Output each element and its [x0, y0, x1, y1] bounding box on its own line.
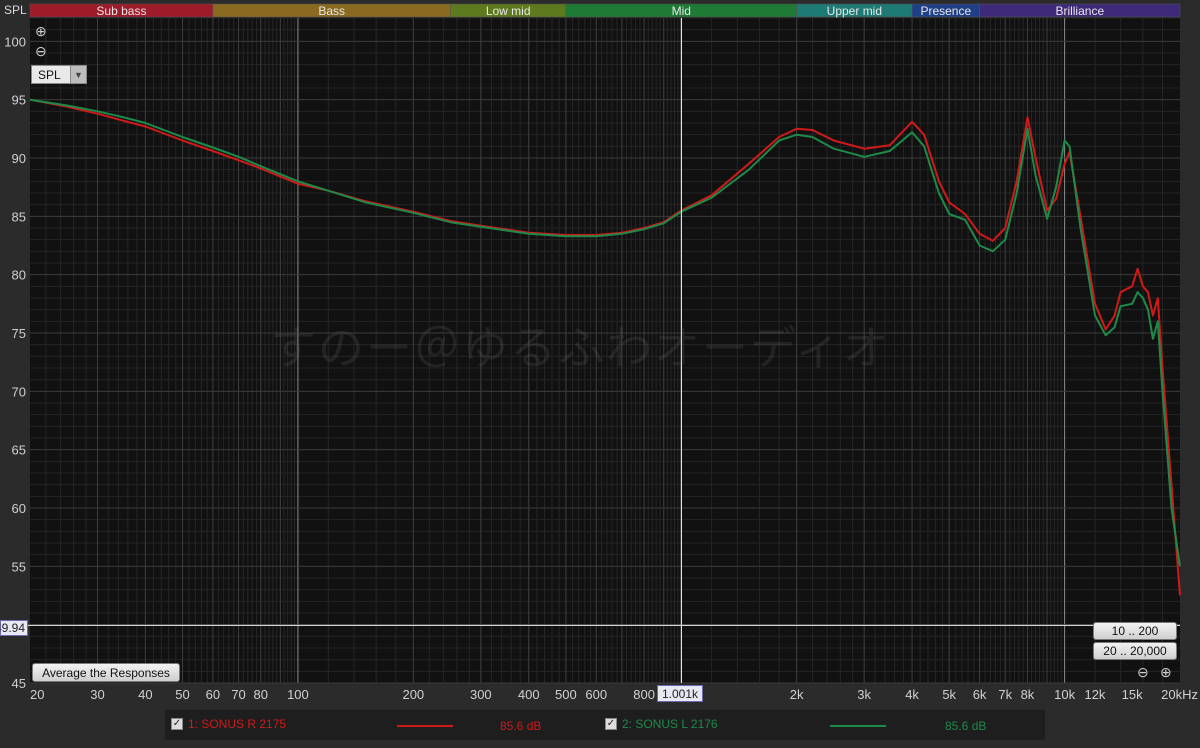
band-label: Low mid: [486, 4, 531, 18]
y-tick-label: 45: [12, 676, 26, 691]
x-tick-label: 7k: [998, 687, 1012, 702]
band-label: Presence: [920, 4, 971, 18]
range-10-200-button[interactable]: 10 .. 200: [1093, 622, 1177, 640]
x-tick-label: 2k: [790, 687, 804, 702]
band-label: Mid: [672, 4, 691, 18]
checkbox[interactable]: ✓: [171, 718, 183, 730]
y-tick-label: 75: [12, 326, 26, 341]
x-tick-label: 600: [585, 687, 607, 702]
x-tick-label: 8k: [1021, 687, 1035, 702]
band-label: Sub bass: [96, 4, 146, 18]
band-label: Upper mid: [827, 4, 882, 18]
legend-item-series-2[interactable]: ✓ 2: SONUS L 2176: [605, 717, 718, 731]
series-2-level: 85.6 dB: [945, 719, 987, 733]
x-tick-label: 100: [287, 687, 309, 702]
legend-item-series-1[interactable]: ✓ 1: SONUS R 2175: [171, 717, 286, 731]
series-1-name: 1: SONUS R 2175: [188, 717, 287, 731]
x-tick-label: 800: [633, 687, 655, 702]
x-tick-label: 80: [254, 687, 268, 702]
x-tick-label: 10k: [1054, 687, 1075, 702]
cursor-y-readout: 49.94: [0, 620, 28, 636]
chevron-down-icon: ▼: [70, 66, 86, 83]
series-1-swatch: [397, 725, 453, 727]
y-tick-label: 65: [12, 443, 26, 458]
cursor-x-readout: 1.001k: [657, 685, 703, 702]
x-tick-label: 5k: [942, 687, 956, 702]
x-tick-label: 20: [30, 687, 44, 702]
y-tick-label: 60: [12, 501, 26, 516]
x-tick-label: 15k: [1122, 687, 1143, 702]
range-20-20000-button[interactable]: 20 .. 20,000: [1093, 642, 1177, 660]
band-label: Bass: [318, 4, 345, 18]
zoom-in-icon[interactable]: ⊕: [35, 24, 47, 38]
y-tick-label: 100: [4, 34, 26, 49]
zoom-out-icon[interactable]: ⊖: [1137, 665, 1149, 679]
x-tick-label: 3k: [857, 687, 871, 702]
x-tick-label: 70: [231, 687, 245, 702]
x-tick-label: 30: [90, 687, 104, 702]
series-2-name: 2: SONUS L 2176: [622, 717, 718, 731]
x-tick-label: 20kHz: [1161, 687, 1198, 702]
x-tick-label: 300: [470, 687, 492, 702]
zoom-in-icon[interactable]: ⊕: [1160, 665, 1172, 679]
series-1-level: 85.6 dB: [500, 719, 542, 733]
band-label: Brilliance: [1055, 4, 1104, 18]
y-tick-label: 95: [12, 93, 26, 108]
y-axis-label: SPL: [4, 3, 27, 17]
x-tick-label: 6k: [973, 687, 987, 702]
y-tick-label: 70: [12, 384, 26, 399]
x-tick-label: 400: [518, 687, 540, 702]
x-tick-label: 12k: [1084, 687, 1105, 702]
checkbox[interactable]: ✓: [605, 718, 617, 730]
y-tick-label: 55: [12, 559, 26, 574]
x-tick-label: 50: [175, 687, 189, 702]
x-tick-label: 500: [555, 687, 577, 702]
spl-select-value: SPL: [38, 67, 61, 82]
y-tick-label: 80: [12, 268, 26, 283]
x-tick-label: 200: [402, 687, 424, 702]
series-2-swatch: [830, 725, 886, 727]
x-tick-label: 60: [206, 687, 220, 702]
average-responses-button[interactable]: Average the Responses: [32, 663, 180, 682]
x-tick-label: 4k: [905, 687, 919, 702]
watermark: すのー＠ゆるふわオーディオ: [270, 321, 891, 375]
legend: ✓ 1: SONUS R 2175 85.6 dB ✓ 2: SONUS L 2…: [165, 710, 1045, 740]
y-tick-label: 90: [12, 151, 26, 166]
y-tick-label: 85: [12, 209, 26, 224]
zoom-out-icon[interactable]: ⊖: [35, 44, 47, 58]
x-tick-label: 40: [138, 687, 152, 702]
spl-select[interactable]: SPL ▼: [31, 65, 87, 84]
